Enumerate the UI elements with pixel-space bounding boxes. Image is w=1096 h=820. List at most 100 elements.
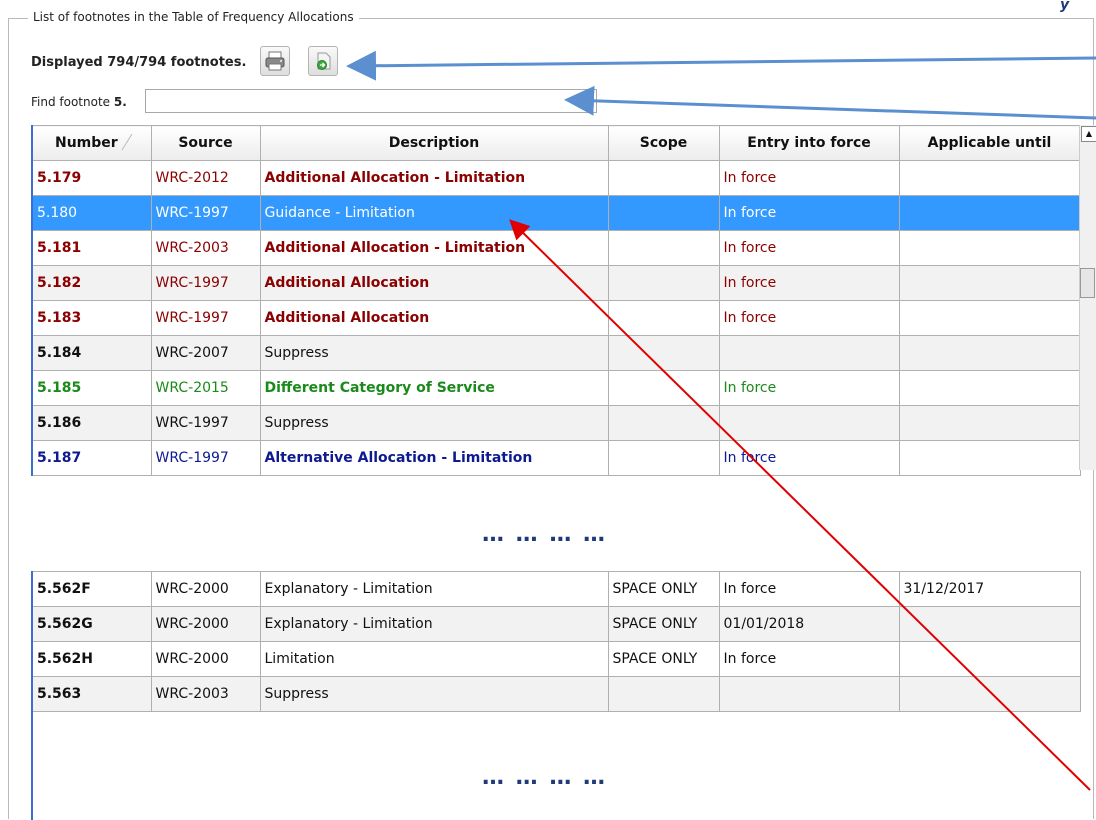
cell-entry: In force [718, 160, 900, 196]
table-row[interactable]: 5.185 WRC-2015 Different Category of Servi… [31, 370, 1081, 406]
cell-scope [607, 676, 720, 712]
cell-scope [607, 440, 720, 476]
table-row[interactable]: 5.562H WRC-2000 Limitation SPACE ONLY In for… [31, 641, 1081, 677]
find-footnote-label: Find footnote 5. [31, 95, 127, 109]
cell-number: 5.187 [31, 440, 152, 476]
cell-source: WRC-2003 [150, 230, 261, 266]
cell-number: 5.563 [31, 676, 152, 712]
cell-entry: In force [718, 571, 900, 607]
cell-source: WRC-2000 [150, 641, 261, 677]
cell-entry: In force [718, 195, 900, 231]
cell-entry: In force [718, 300, 900, 336]
cell-source: WRC-1997 [150, 405, 261, 441]
cell-scope [607, 160, 720, 196]
cell-description: Suppress [259, 676, 609, 712]
sort-icon [121, 133, 133, 151]
cell-source: WRC-1997 [150, 300, 261, 336]
cell-scope [607, 405, 720, 441]
cell-scope: SPACE ONLY [607, 641, 720, 677]
cell-until [898, 405, 1081, 441]
cell-source: WRC-1997 [150, 265, 261, 301]
cell-description: Limitation [259, 641, 609, 677]
cell-until [898, 440, 1081, 476]
table-row[interactable]: 5.186 WRC-1997 Suppress [31, 405, 1081, 441]
top-banner-fragment: y [860, 0, 1096, 13]
footnote-count: Displayed 794/794 footnotes. [31, 55, 247, 70]
footnotes-table-continued: 5.562F WRC-2000 Explanatory - Limitation SP… [31, 571, 1081, 712]
table-left-border [31, 710, 33, 820]
cell-until [898, 641, 1081, 677]
find-footnote-input[interactable] [145, 89, 597, 113]
cell-scope [607, 265, 720, 301]
cell-scope: SPACE ONLY [607, 571, 720, 607]
cell-description: Explanatory - Limitation [259, 606, 609, 642]
cell-until [898, 370, 1081, 406]
cell-until [898, 335, 1081, 371]
column-header-until[interactable]: Applicable until [898, 125, 1081, 161]
svg-text:y: y [1060, 0, 1070, 12]
cell-description: Suppress [259, 335, 609, 371]
table-row[interactable]: 5.179 WRC-2012 Additional Allocation - Lim… [31, 160, 1081, 196]
find-prefix: 5. [113, 95, 127, 109]
cell-number: 5.562H [31, 641, 152, 677]
cell-until [898, 265, 1081, 301]
ellipsis-separator-bottom: … … … … [482, 765, 607, 790]
export-icon [317, 52, 331, 70]
find-label-text: Find footnote [31, 95, 111, 109]
scroll-thumb[interactable] [1080, 268, 1095, 298]
cell-description: Additional Allocation [259, 265, 609, 301]
cell-entry: In force [718, 641, 900, 677]
table-row[interactable]: 5.562G WRC-2000 Explanatory - Limitation SP… [31, 606, 1081, 642]
print-button[interactable] [260, 46, 290, 76]
cell-description: Additional Allocation - Limitation [259, 230, 609, 266]
cell-entry [718, 405, 900, 441]
cell-description: Explanatory - Limitation [259, 571, 609, 607]
cell-entry: In force [718, 370, 900, 406]
groupbox-title: List of footnotes in the Table of Freque… [28, 10, 359, 24]
cell-number: 5.180 [31, 195, 152, 231]
cell-entry: In force [718, 440, 900, 476]
cell-until: 31/12/2017 [898, 571, 1081, 607]
cell-number: 5.185 [31, 370, 152, 406]
cell-description: Additional Allocation [259, 300, 609, 336]
cell-description: Different Category of Service [259, 370, 609, 406]
cell-source: WRC-2003 [150, 676, 261, 712]
cell-entry: In force [718, 230, 900, 266]
cell-number: 5.186 [31, 405, 152, 441]
table-header-row: Number Source Description Scope Entry in… [31, 125, 1081, 161]
table-row[interactable]: 5.184 WRC-2007 Suppress [31, 335, 1081, 371]
cell-entry [718, 335, 900, 371]
cell-scope [607, 370, 720, 406]
table-row[interactable]: 5.563 WRC-2003 Suppress [31, 676, 1081, 712]
table-row[interactable]: 5.182 WRC-1997 Additional Allocation In for… [31, 265, 1081, 301]
cell-number: 5.562G [31, 606, 152, 642]
cell-entry: In force [718, 265, 900, 301]
cell-until [898, 195, 1081, 231]
cell-entry: 01/01/2018 [718, 606, 900, 642]
cell-description: Suppress [259, 405, 609, 441]
table-row[interactable]: 5.181 WRC-2003 Additional Allocation - Lim… [31, 230, 1081, 266]
cell-number: 5.183 [31, 300, 152, 336]
table-row[interactable]: 5.562F WRC-2000 Explanatory - Limitation SP… [31, 571, 1081, 607]
cell-until [898, 676, 1081, 712]
cell-until [898, 300, 1081, 336]
cell-scope [607, 195, 720, 231]
cell-scope [607, 230, 720, 266]
cell-source: WRC-2007 [150, 335, 261, 371]
table-row[interactable]: 5.183 WRC-1997 Additional Allocation In for… [31, 300, 1081, 336]
ellipsis-separator: … … … … [482, 522, 607, 547]
column-header-source[interactable]: Source [150, 125, 261, 161]
footnotes-table: Number Source Description Scope Entry in… [31, 125, 1081, 476]
table-row[interactable]: 5.187 WRC-1997 Alternative Allocation - Li… [31, 440, 1081, 476]
export-button[interactable] [308, 46, 338, 76]
cell-description: Alternative Allocation - Limitation [259, 440, 609, 476]
cell-scope [607, 335, 720, 371]
column-header-scope[interactable]: Scope [607, 125, 720, 161]
cell-number: 5.184 [31, 335, 152, 371]
table-row[interactable]: 5.180 WRC-1997 Guidance - Limitation In for… [31, 195, 1081, 231]
scroll-up-icon[interactable]: ▲ [1081, 126, 1096, 142]
column-header-entry[interactable]: Entry into force [718, 125, 900, 161]
cell-source: WRC-2000 [150, 606, 261, 642]
cell-description: Additional Allocation - Limitation [259, 160, 609, 196]
column-header-description[interactable]: Description [259, 125, 609, 161]
